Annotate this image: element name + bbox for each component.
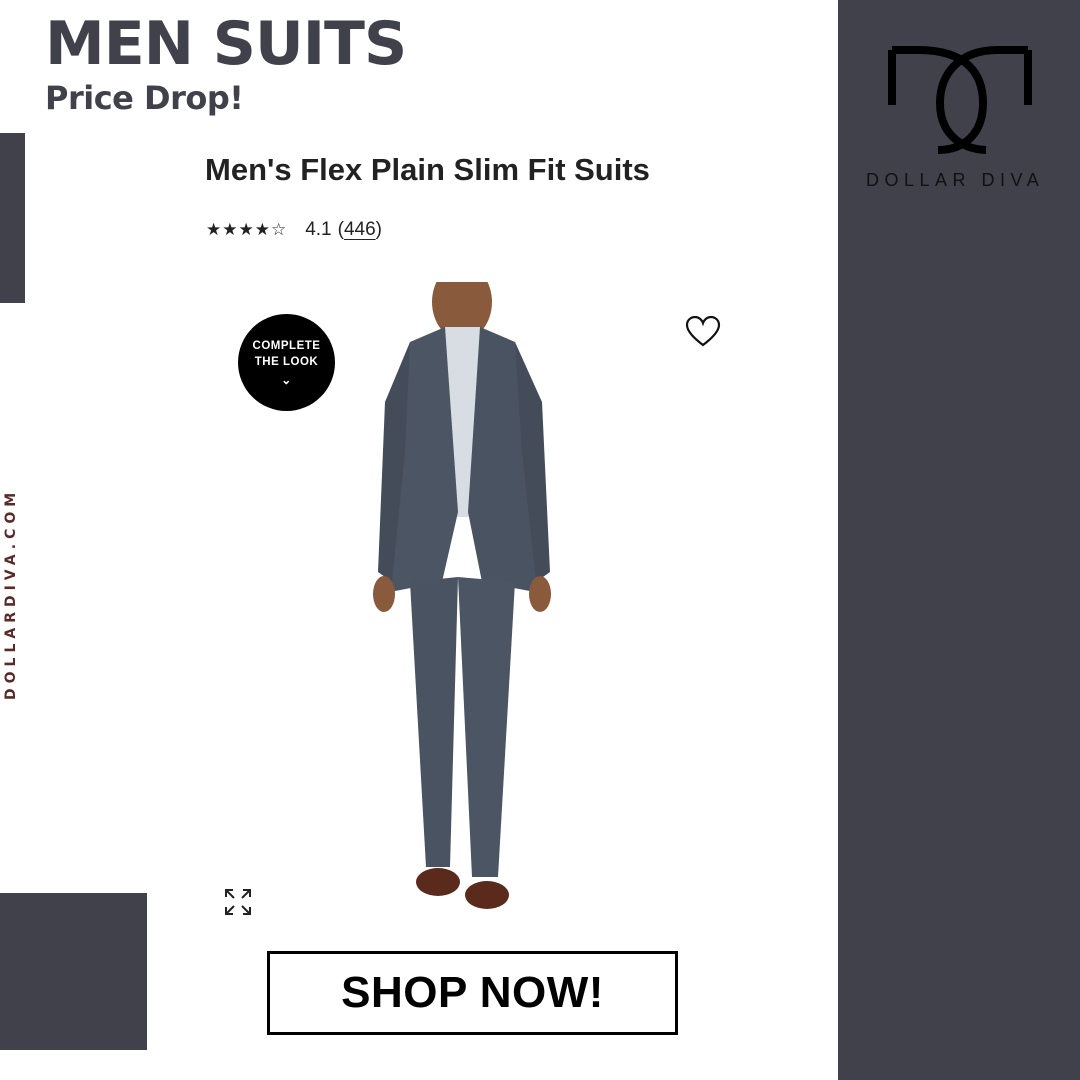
review-count-link[interactable]: 446: [344, 219, 376, 241]
brand-panel: [838, 0, 1080, 1080]
product-image-area: COMPLETE THE LOOK ⌄: [225, 282, 743, 937]
shop-now-button[interactable]: SHOP NOW!: [267, 951, 678, 1035]
chevron-down-icon: ⌄: [281, 372, 292, 387]
decorative-block: [0, 893, 147, 1050]
subheadline: Price Drop!: [45, 79, 244, 117]
site-url: DOLLARDIVA.COM: [3, 487, 19, 700]
rating-row: ★★★★☆ 4.1 (446): [206, 219, 382, 241]
expand-icon[interactable]: [223, 887, 253, 917]
heart-icon[interactable]: [685, 316, 721, 348]
rating-value: 4.1: [305, 219, 332, 240]
brand-name: DOLLAR DIVA: [866, 170, 1045, 190]
product-title: Men's Flex Plain Slim Fit Suits: [205, 152, 650, 187]
badge-line-1: COMPLETE: [252, 339, 321, 352]
brand-logo: [888, 46, 1032, 154]
decorative-bar: [0, 133, 25, 303]
product-photo: [373, 282, 551, 909]
badge-line-2: THE LOOK: [254, 355, 319, 368]
headline: MEN SUITS: [45, 9, 407, 79]
star-rating: ★★★★☆: [206, 220, 288, 239]
rating-paren-close: ): [375, 219, 382, 240]
complete-the-look-button[interactable]: COMPLETE THE LOOK ⌄: [238, 314, 335, 411]
